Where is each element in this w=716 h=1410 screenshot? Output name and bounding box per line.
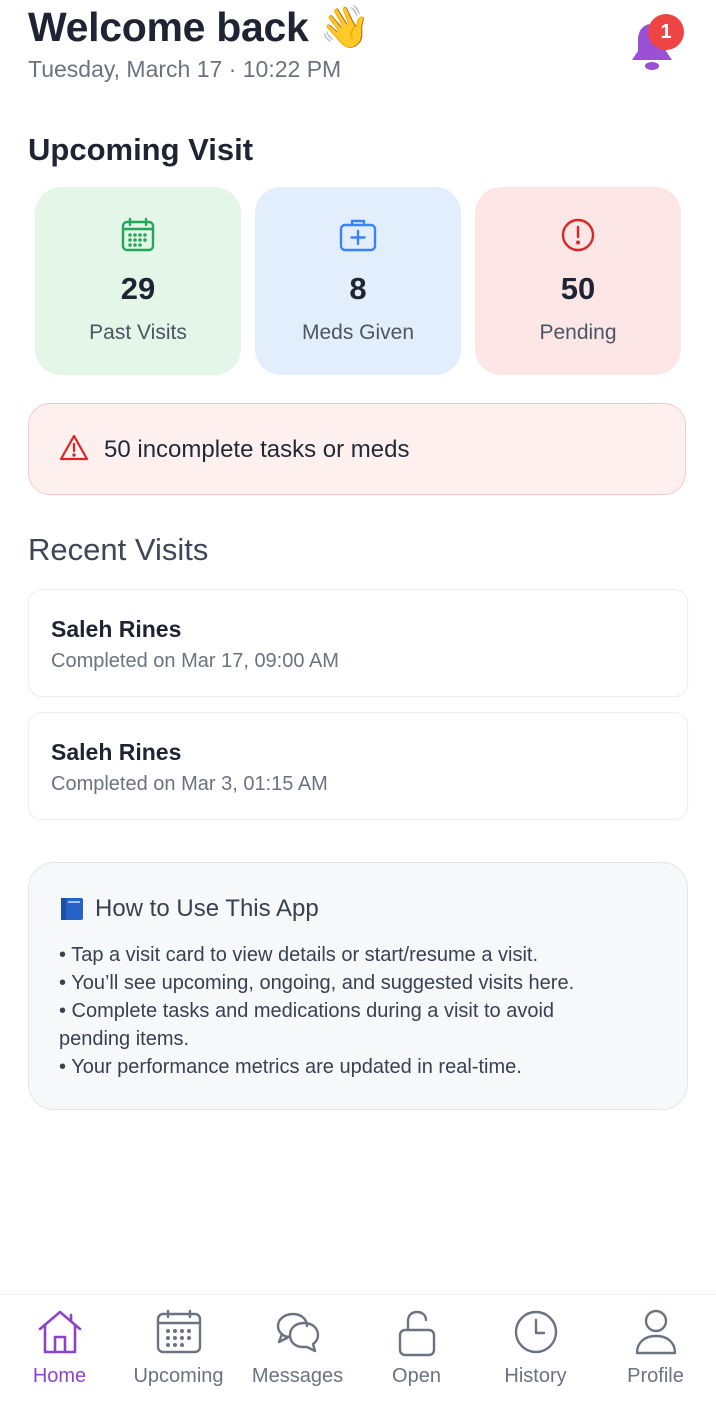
recent-visits-title: Recent Visits — [28, 532, 209, 567]
visit-patient-name: Saleh Rines — [51, 739, 182, 765]
alert-text: 50 incomplete tasks or meds — [104, 436, 410, 463]
welcome-text: Welcome back — [28, 4, 309, 50]
unlock-icon — [398, 1310, 435, 1357]
help-line: • You’ll see upcoming, ongoing, and sugg… — [59, 972, 575, 994]
alert-circle-icon — [561, 218, 595, 252]
visit-card[interactable]: Saleh Rines Completed on Mar 17, 09:00 A… — [28, 589, 688, 697]
nav-history[interactable]: History — [476, 1295, 595, 1410]
nav-label: Home — [32, 1365, 87, 1387]
clock-icon — [514, 1310, 557, 1354]
help-line: • Your performance metrics are updated i… — [59, 1056, 522, 1078]
nav-label: Open — [392, 1365, 441, 1387]
nav-upcoming[interactable]: Upcoming — [119, 1295, 238, 1410]
nav-profile[interactable]: Profile — [596, 1295, 715, 1410]
chat-bubbles-icon — [276, 1312, 319, 1353]
stat-card-meds-given[interactable]: 8 Meds Given — [255, 187, 461, 375]
nav-label: Messages — [251, 1365, 344, 1387]
nav-open[interactable]: Open — [357, 1295, 476, 1410]
stats-row: 29 Past Visits 8 Meds Given 50 Pending — [35, 187, 682, 375]
past-visits-label: Past Visits — [89, 321, 187, 344]
book-icon — [61, 898, 83, 920]
help-instructions: • Tap a visit card to view details or st… — [59, 941, 667, 1081]
warning-triangle-icon — [59, 434, 89, 461]
nav-messages[interactable]: Messages — [238, 1295, 357, 1410]
past-visits-value: 29 — [120, 271, 156, 306]
meds-given-value: 8 — [349, 271, 367, 306]
wave-emoji: 👋 — [319, 4, 371, 50]
upcoming-visit-title: Upcoming Visit — [28, 132, 254, 167]
notifications-button[interactable]: 1 — [624, 8, 684, 70]
help-title: How to Use This App — [95, 895, 319, 922]
medkit-icon — [339, 219, 377, 252]
nav-home[interactable]: Home — [0, 1295, 119, 1410]
help-line: • Tap a visit card to view details or st… — [59, 944, 539, 966]
header: Welcome back 👋 Tuesday, March 17 · 10:22… — [28, 0, 688, 100]
calendar-icon — [121, 217, 155, 252]
pending-label: Pending — [539, 321, 617, 344]
help-line: pending items. — [59, 1028, 190, 1050]
visit-status: Completed on Mar 3, 01:15 AM — [51, 773, 328, 795]
home-icon — [38, 1310, 81, 1354]
help-header: How to Use This App — [59, 895, 319, 923]
date-time-subtitle: Tuesday, March 17 · 10:22 PM — [28, 56, 342, 82]
incomplete-tasks-alert[interactable]: 50 incomplete tasks or meds — [28, 403, 686, 495]
calendar-icon — [156, 1309, 201, 1354]
stat-card-past-visits[interactable]: 29 Past Visits — [35, 187, 241, 375]
stat-card-pending[interactable]: 50 Pending — [475, 187, 681, 375]
meds-given-label: Meds Given — [301, 321, 415, 344]
help-line: • Complete tasks and medications during … — [59, 1000, 555, 1022]
visit-patient-name: Saleh Rines — [51, 616, 182, 642]
nav-label: Upcoming — [133, 1365, 224, 1387]
person-icon — [635, 1309, 676, 1355]
pending-value: 50 — [560, 271, 596, 306]
notification-badge: 1 — [648, 14, 684, 50]
nav-label: History — [504, 1365, 567, 1387]
visit-card[interactable]: Saleh Rines Completed on Mar 3, 01:15 AM — [28, 712, 688, 820]
nav-label: Profile — [627, 1365, 684, 1387]
bottom-navigation: Home Upcoming Messages Open History Prof… — [0, 1294, 716, 1410]
page-title: Welcome back 👋 — [28, 4, 371, 52]
how-to-use-card: How to Use This App • Tap a visit card t… — [28, 862, 688, 1110]
visit-status: Completed on Mar 17, 09:00 AM — [51, 650, 339, 672]
